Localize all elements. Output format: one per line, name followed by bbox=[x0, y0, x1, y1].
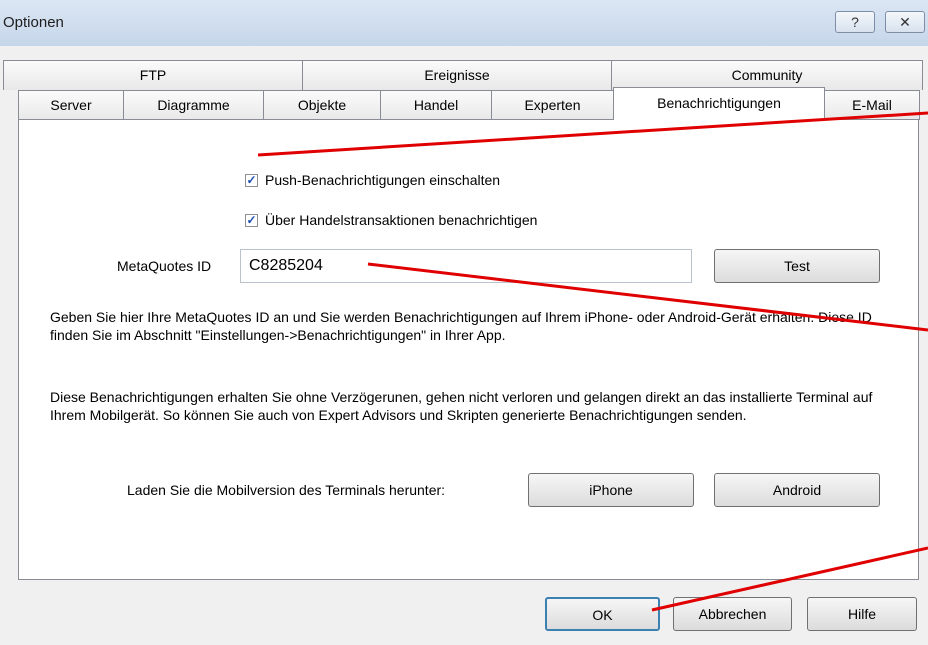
android-button[interactable]: Android bbox=[714, 473, 880, 507]
window-title: Optionen bbox=[3, 14, 64, 31]
options-dialog: Optionen ? ✕ FTP Ereignisse Community Se… bbox=[0, 0, 928, 645]
push-enabled-label[interactable]: Push-Benachrichtigungen einschalten bbox=[265, 172, 500, 188]
tab-ereignisse[interactable]: Ereignisse bbox=[302, 60, 612, 90]
tab-email[interactable]: E-Mail bbox=[824, 90, 920, 120]
info-text-id: Geben Sie hier Ihre MetaQuotes ID an und… bbox=[50, 309, 872, 343]
trade-notify-label[interactable]: Über Handelstransaktionen benachrichtige… bbox=[265, 212, 537, 228]
metaquotes-id-input[interactable]: C8285204 bbox=[240, 249, 692, 283]
push-enabled-checkbox[interactable]: ✓ bbox=[245, 174, 258, 187]
tab-community[interactable]: Community bbox=[611, 60, 923, 90]
close-button[interactable]: ✕ bbox=[885, 11, 925, 33]
title-bar: Optionen ? ✕ bbox=[0, 0, 928, 46]
metaquotes-id-label: MetaQuotes ID bbox=[117, 258, 212, 274]
iphone-button[interactable]: iPhone bbox=[528, 473, 694, 507]
help-footer-button[interactable]: Hilfe bbox=[807, 597, 917, 631]
notifications-panel bbox=[18, 119, 919, 580]
trade-notify-checkbox[interactable]: ✓ bbox=[245, 214, 258, 227]
tab-objekte[interactable]: Objekte bbox=[263, 90, 381, 120]
info-text-delivery: Diese Benachrichtigungen erhalten Sie oh… bbox=[50, 389, 873, 423]
test-button[interactable]: Test bbox=[714, 249, 880, 283]
cancel-button[interactable]: Abbrechen bbox=[673, 597, 792, 631]
ok-button[interactable]: OK bbox=[545, 597, 660, 631]
help-button[interactable]: ? bbox=[835, 11, 875, 33]
tab-ftp[interactable]: FTP bbox=[3, 60, 303, 90]
tab-benachrichtigungen[interactable]: Benachrichtigungen bbox=[613, 87, 825, 120]
download-label: Laden Sie die Mobilversion des Terminals… bbox=[127, 482, 446, 498]
tab-experten[interactable]: Experten bbox=[491, 90, 614, 120]
tab-diagramme[interactable]: Diagramme bbox=[123, 90, 264, 120]
tab-handel[interactable]: Handel bbox=[380, 90, 492, 120]
tab-server[interactable]: Server bbox=[18, 90, 124, 120]
